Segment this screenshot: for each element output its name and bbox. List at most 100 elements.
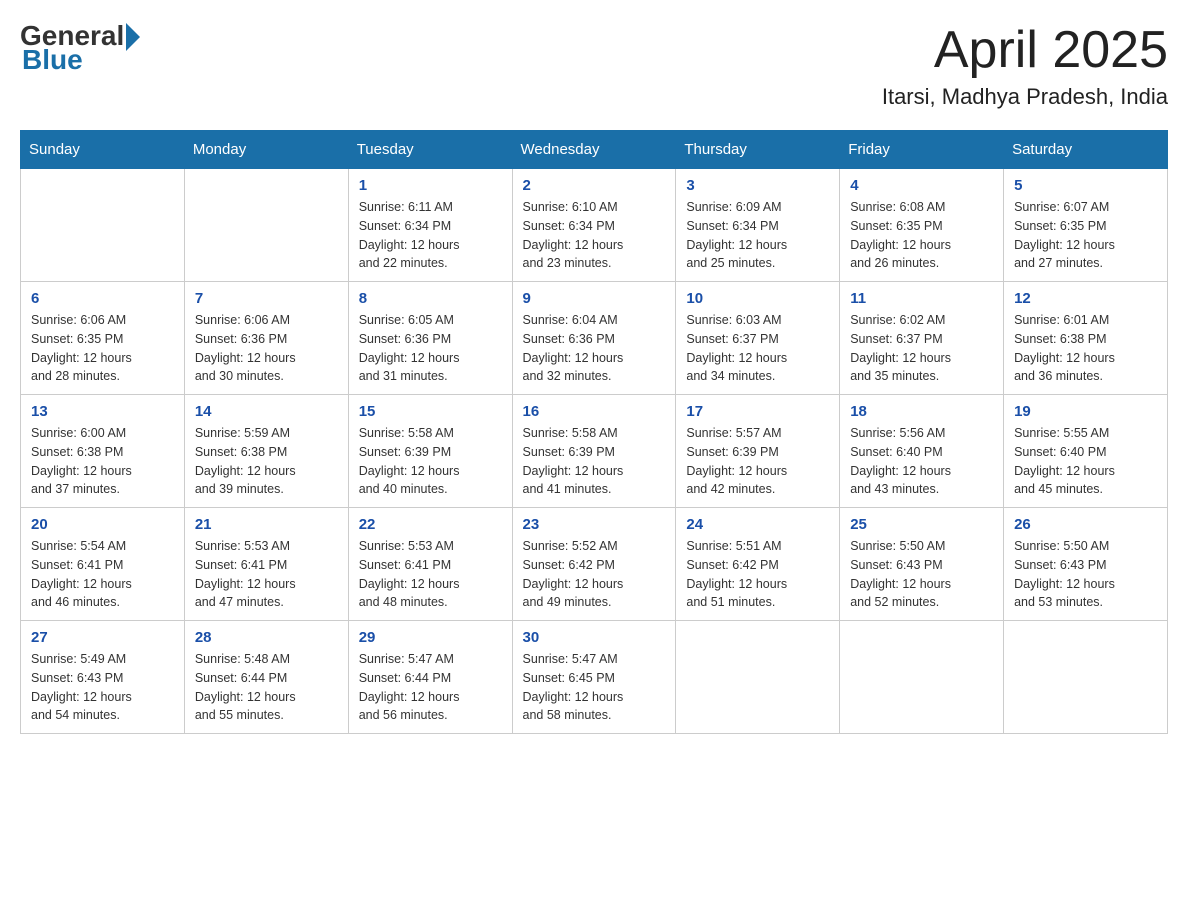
day-info: Sunrise: 5:51 AM Sunset: 6:42 PM Dayligh… [686,537,829,612]
calendar-cell: 9Sunrise: 6:04 AM Sunset: 6:36 PM Daylig… [512,282,676,395]
day-number: 25 [850,516,993,533]
day-number: 7 [195,290,338,307]
calendar-cell: 13 Sunrise: 6:00 AM Sunset: 6:38 PM Dayli… [21,395,185,508]
day-number: 13 [31,403,174,420]
calendar-cell: 30 Sunrise: 5:47 AM Sunset: 6:45 PM Dayli… [512,621,676,734]
calendar-cell: 10 Sunrise: 6:03 AM Sunset: 6:37 PM Dayli… [676,282,840,395]
month-title: April 2025 [882,20,1168,80]
calendar-cell: 19 Sunrise: 5:55 AM Sunset: 6:40 PM Dayli… [1004,395,1168,508]
day-number: 3 [686,177,829,194]
day-info: Sunrise: 5:58 AM Sunset: 6:39 PM Dayligh… [359,424,502,499]
day-of-week-header: Thursday [676,131,840,169]
calendar-week-row: 27 Sunrise: 5:49 AM Sunset: 6:43 PM Dayli… [21,621,1168,734]
calendar-cell: 6 Sunrise: 6:06 AM Sunset: 6:35 PM Daylig… [21,282,185,395]
calendar-cell [840,621,1004,734]
day-number: 30 [523,629,666,646]
location-title: Itarsi, Madhya Pradesh, India [882,84,1168,110]
day-info: Sunrise: 6:08 AM Sunset: 6:35 PM Dayligh… [850,198,993,273]
day-info: Sunrise: 5:58 AM Sunset: 6:39 PM Dayligh… [523,424,666,499]
day-number: 4 [850,177,993,194]
day-info: Sunrise: 5:48 AM Sunset: 6:44 PM Dayligh… [195,650,338,725]
calendar-cell: 25 Sunrise: 5:50 AM Sunset: 6:43 PM Dayli… [840,508,1004,621]
day-info: Sunrise: 6:09 AM Sunset: 6:34 PM Dayligh… [686,198,829,273]
day-of-week-header: Wednesday [512,131,676,169]
calendar-header-row: SundayMondayTuesdayWednesdayThursdayFrid… [21,131,1168,169]
calendar-cell: 28 Sunrise: 5:48 AM Sunset: 6:44 PM Dayli… [184,621,348,734]
day-of-week-header: Saturday [1004,131,1168,169]
day-info: Sunrise: 5:57 AM Sunset: 6:39 PM Dayligh… [686,424,829,499]
day-of-week-header: Friday [840,131,1004,169]
calendar-cell: 15Sunrise: 5:58 AM Sunset: 6:39 PM Dayli… [348,395,512,508]
day-number: 8 [359,290,502,307]
day-info: Sunrise: 5:53 AM Sunset: 6:41 PM Dayligh… [359,537,502,612]
day-number: 16 [523,403,666,420]
day-number: 26 [1014,516,1157,533]
day-info: Sunrise: 5:53 AM Sunset: 6:41 PM Dayligh… [195,537,338,612]
day-number: 20 [31,516,174,533]
day-of-week-header: Tuesday [348,131,512,169]
title-section: April 2025 Itarsi, Madhya Pradesh, India [882,20,1168,110]
calendar-cell: 26 Sunrise: 5:50 AM Sunset: 6:43 PM Dayli… [1004,508,1168,621]
day-info: Sunrise: 5:50 AM Sunset: 6:43 PM Dayligh… [1014,537,1157,612]
calendar-week-row: 1Sunrise: 6:11 AM Sunset: 6:34 PM Daylig… [21,169,1168,282]
day-info: Sunrise: 5:54 AM Sunset: 6:41 PM Dayligh… [31,537,174,612]
day-info: Sunrise: 6:02 AM Sunset: 6:37 PM Dayligh… [850,311,993,386]
day-number: 12 [1014,290,1157,307]
calendar-cell: 5Sunrise: 6:07 AM Sunset: 6:35 PM Daylig… [1004,169,1168,282]
day-number: 27 [31,629,174,646]
day-info: Sunrise: 6:01 AM Sunset: 6:38 PM Dayligh… [1014,311,1157,386]
day-number: 23 [523,516,666,533]
day-info: Sunrise: 6:00 AM Sunset: 6:38 PM Dayligh… [31,424,174,499]
calendar-cell: 29 Sunrise: 5:47 AM Sunset: 6:44 PM Dayli… [348,621,512,734]
calendar-cell: 20 Sunrise: 5:54 AM Sunset: 6:41 PM Dayli… [21,508,185,621]
day-number: 10 [686,290,829,307]
logo-arrow-icon [126,23,140,51]
day-number: 6 [31,290,174,307]
day-info: Sunrise: 5:50 AM Sunset: 6:43 PM Dayligh… [850,537,993,612]
day-info: Sunrise: 6:06 AM Sunset: 6:35 PM Dayligh… [31,311,174,386]
day-number: 19 [1014,403,1157,420]
day-info: Sunrise: 6:10 AM Sunset: 6:34 PM Dayligh… [523,198,666,273]
calendar-cell: 4 Sunrise: 6:08 AM Sunset: 6:35 PM Daylig… [840,169,1004,282]
calendar-cell: 7Sunrise: 6:06 AM Sunset: 6:36 PM Daylig… [184,282,348,395]
day-info: Sunrise: 5:56 AM Sunset: 6:40 PM Dayligh… [850,424,993,499]
calendar-cell: 8 Sunrise: 6:05 AM Sunset: 6:36 PM Daylig… [348,282,512,395]
calendar-cell [21,169,185,282]
day-of-week-header: Monday [184,131,348,169]
logo: General Blue [20,20,140,76]
calendar-week-row: 13 Sunrise: 6:00 AM Sunset: 6:38 PM Dayli… [21,395,1168,508]
calendar-cell [184,169,348,282]
calendar-cell: 3 Sunrise: 6:09 AM Sunset: 6:34 PM Daylig… [676,169,840,282]
day-info: Sunrise: 6:05 AM Sunset: 6:36 PM Dayligh… [359,311,502,386]
page-header: General Blue April 2025 Itarsi, Madhya P… [20,20,1168,110]
calendar-cell [1004,621,1168,734]
calendar-cell: 21Sunrise: 5:53 AM Sunset: 6:41 PM Dayli… [184,508,348,621]
day-info: Sunrise: 5:49 AM Sunset: 6:43 PM Dayligh… [31,650,174,725]
calendar-cell: 22 Sunrise: 5:53 AM Sunset: 6:41 PM Dayli… [348,508,512,621]
day-number: 5 [1014,177,1157,194]
day-info: Sunrise: 5:55 AM Sunset: 6:40 PM Dayligh… [1014,424,1157,499]
calendar-cell [676,621,840,734]
calendar-table: SundayMondayTuesdayWednesdayThursdayFrid… [20,130,1168,734]
day-number: 29 [359,629,502,646]
calendar-cell: 11 Sunrise: 6:02 AM Sunset: 6:37 PM Dayli… [840,282,1004,395]
calendar-cell: 16 Sunrise: 5:58 AM Sunset: 6:39 PM Dayli… [512,395,676,508]
calendar-cell: 23Sunrise: 5:52 AM Sunset: 6:42 PM Dayli… [512,508,676,621]
day-number: 2 [523,177,666,194]
calendar-cell: 18 Sunrise: 5:56 AM Sunset: 6:40 PM Dayli… [840,395,1004,508]
calendar-cell: 2 Sunrise: 6:10 AM Sunset: 6:34 PM Daylig… [512,169,676,282]
day-info: Sunrise: 5:47 AM Sunset: 6:45 PM Dayligh… [523,650,666,725]
day-number: 11 [850,290,993,307]
calendar-cell: 24Sunrise: 5:51 AM Sunset: 6:42 PM Dayli… [676,508,840,621]
day-info: Sunrise: 6:03 AM Sunset: 6:37 PM Dayligh… [686,311,829,386]
day-number: 9 [523,290,666,307]
calendar-cell: 1Sunrise: 6:11 AM Sunset: 6:34 PM Daylig… [348,169,512,282]
day-number: 17 [686,403,829,420]
day-number: 28 [195,629,338,646]
calendar-week-row: 6 Sunrise: 6:06 AM Sunset: 6:35 PM Daylig… [21,282,1168,395]
day-info: Sunrise: 5:47 AM Sunset: 6:44 PM Dayligh… [359,650,502,725]
calendar-cell: 14Sunrise: 5:59 AM Sunset: 6:38 PM Dayli… [184,395,348,508]
day-number: 22 [359,516,502,533]
day-info: Sunrise: 5:59 AM Sunset: 6:38 PM Dayligh… [195,424,338,499]
day-number: 18 [850,403,993,420]
